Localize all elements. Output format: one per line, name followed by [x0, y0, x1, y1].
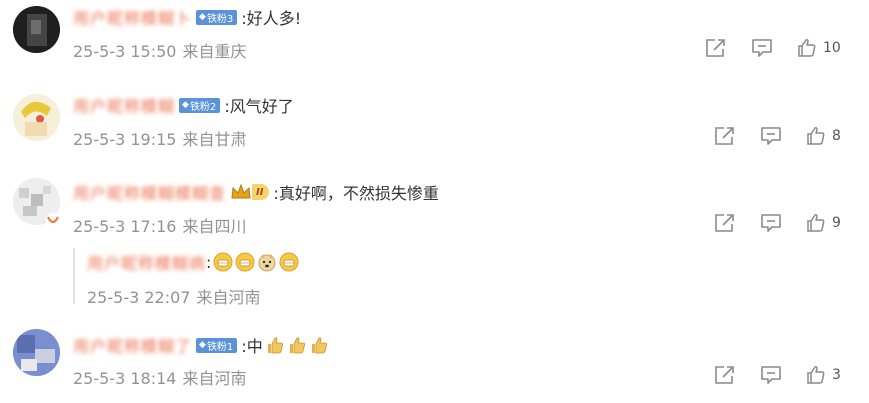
comment-text: :风气好了 [224, 97, 294, 116]
diamond-icon: ◆ [182, 100, 189, 110]
fan-badge[interactable]: ◆ 铁粉3 [196, 9, 238, 25]
share-icon[interactable] [714, 213, 736, 233]
thumbs-up-emoji-icon [289, 337, 305, 354]
username[interactable]: 用户昵称模糊 [73, 93, 175, 117]
share-icon[interactable] [705, 38, 727, 58]
crown-badge[interactable]: II [230, 183, 270, 201]
share-icon[interactable] [714, 126, 736, 146]
comment-icon[interactable] [751, 38, 773, 58]
avatar[interactable] [13, 329, 60, 376]
reply-item: 用户昵称模糊病 : 25-5-3 22:07 来自河南 [73, 248, 775, 307]
avatar-image [13, 329, 60, 376]
comment-item: 用户昵称模糊卜 ◆ 铁粉3 :好人多! 25-5-3 15:50 来自重庆 10 [0, 0, 869, 80]
reply-date: 25-5-3 22:07 [87, 288, 191, 307]
comment-header: 用户昵称模糊卜 ◆ 铁粉3 :好人多! [73, 6, 301, 28]
grin-emoji-icon [213, 252, 233, 272]
comment-date: 25-5-3 18:14 [73, 369, 177, 388]
like-count: 9 [832, 215, 841, 231]
verified-icon [46, 213, 60, 227]
share-icon[interactable] [714, 365, 736, 385]
thumbs-up-icon [797, 38, 817, 58]
crown-icon [231, 183, 251, 199]
doge-emoji-icon [258, 254, 276, 272]
comment-text: :真好啊，不然损失惨重 [273, 184, 439, 203]
comment-item: 用户昵称模糊 ◆ 铁粉2 :风气好了 25-5-3 19:15 来自甘肃 8 [0, 88, 869, 168]
comment-location: 来自甘肃 [182, 130, 247, 149]
fan-badge[interactable]: ◆ 铁粉1 [196, 337, 238, 353]
username[interactable]: 用户昵称模糊模糊查 [73, 180, 226, 204]
comment-actions: 8 [714, 125, 841, 147]
thumbs-up-icon [806, 126, 826, 146]
comment-icon[interactable] [760, 213, 782, 233]
comment-text: :中 [241, 337, 263, 356]
comment-meta: 25-5-3 15:50 来自重庆 [73, 38, 246, 62]
comment-item: 用户昵称模糊了 ◆ 铁粉1 :中 25-5-3 18:14 来自河南 3 [0, 327, 869, 403]
username[interactable]: 用户昵称模糊卜 [73, 5, 192, 29]
comment-text: :好人多! [241, 9, 302, 28]
comment-header: 用户昵称模糊模糊查 II :真好啊，不然损失惨重 [73, 181, 439, 203]
thumbs-up-emoji-icon [267, 337, 283, 354]
reply-username[interactable]: 用户昵称模糊病 [87, 250, 206, 274]
avatar-image [13, 6, 60, 53]
diamond-icon: ◆ [199, 12, 206, 22]
like-count: 10 [823, 40, 841, 56]
like-button[interactable]: 10 [797, 38, 841, 58]
like-button[interactable]: 9 [806, 213, 841, 233]
thumbs-up-icon [806, 213, 826, 233]
avatar-image [13, 94, 60, 141]
avatar[interactable] [13, 6, 60, 53]
level-label: II [252, 184, 270, 200]
comment-actions: 9 [714, 212, 841, 234]
comment-meta: 25-5-3 19:15 来自甘肃 [73, 126, 246, 150]
badge-label: 铁粉1 [206, 341, 234, 353]
comment-icon[interactable] [760, 126, 782, 146]
thumbs-up-emoji-icon [311, 337, 327, 354]
comment-location: 来自四川 [182, 217, 247, 236]
avatar[interactable] [13, 94, 60, 141]
like-button[interactable]: 8 [806, 126, 841, 146]
reply-header: 用户昵称模糊病 : [87, 251, 299, 273]
badge-label: 铁粉2 [189, 101, 217, 113]
comment-location: 来自重庆 [182, 42, 247, 61]
comment-meta: 25-5-3 18:14 来自河南 [73, 365, 246, 389]
thumbs-up-icon [806, 365, 826, 385]
grin-emoji-icon [279, 252, 299, 272]
comment-date: 25-5-3 19:15 [73, 130, 177, 149]
reply-location: 来自河南 [196, 288, 261, 307]
diamond-icon: ◆ [199, 340, 206, 350]
comment-meta: 25-5-3 17:16 来自四川 [73, 213, 246, 237]
badge-label: 铁粉3 [206, 13, 234, 25]
username[interactable]: 用户昵称模糊了 [73, 333, 192, 357]
fan-badge[interactable]: ◆ 铁粉2 [179, 97, 221, 113]
like-button[interactable]: 3 [806, 365, 841, 385]
comment-location: 来自河南 [182, 369, 247, 388]
comment-actions: 10 [705, 37, 841, 59]
reply-text: : [206, 252, 212, 272]
comment-item: 用户昵称模糊模糊查 II :真好啊，不然损失惨重 25-5-3 17:16 来自四… [0, 174, 869, 314]
grin-emoji-icon [235, 252, 255, 272]
like-count: 3 [832, 367, 841, 383]
like-count: 8 [832, 128, 841, 144]
comment-date: 25-5-3 15:50 [73, 42, 177, 61]
comment-header: 用户昵称模糊了 ◆ 铁粉1 :中 [73, 334, 329, 356]
comment-date: 25-5-3 17:16 [73, 217, 177, 236]
comment-actions: 3 [714, 364, 841, 386]
comment-header: 用户昵称模糊 ◆ 铁粉2 :风气好了 [73, 94, 294, 116]
comment-icon[interactable] [760, 365, 782, 385]
reply-meta: 25-5-3 22:07 来自河南 [87, 284, 260, 308]
